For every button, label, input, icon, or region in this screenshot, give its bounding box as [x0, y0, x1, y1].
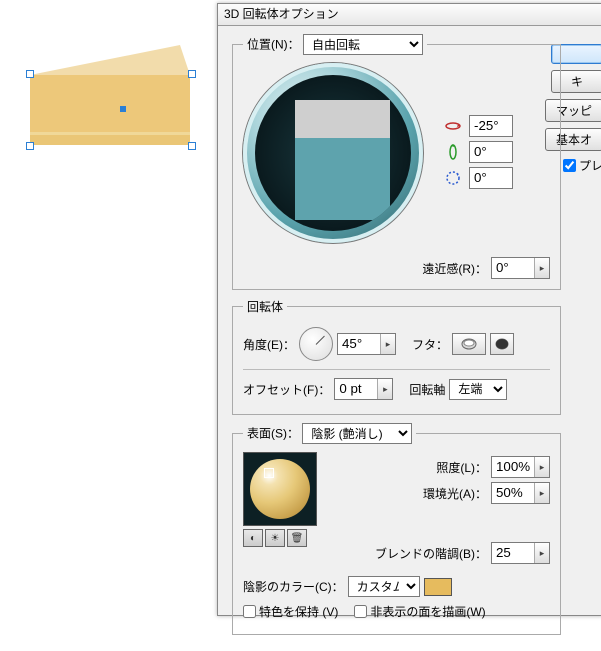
preview-checkbox[interactable]: プレ — [563, 157, 601, 174]
ambient-input[interactable]: ▸ — [491, 482, 550, 504]
angle-row: 角度(E)： ▸ フタ： — [243, 327, 550, 361]
selection-handle[interactable] — [26, 70, 34, 78]
cap-on-button[interactable] — [452, 333, 486, 355]
light-back-icon[interactable]: ◐ — [243, 529, 263, 547]
position-legend: 位置(N)： 自由回転 — [243, 34, 427, 55]
revolve-legend: 回転体 — [243, 298, 287, 315]
light-intensity-stepper[interactable]: ▸ — [534, 457, 549, 477]
selected-shape[interactable] — [20, 30, 200, 160]
blend-steps-input[interactable]: ▸ — [491, 542, 550, 564]
selection-handle[interactable] — [188, 70, 196, 78]
rotate-y-input[interactable] — [469, 141, 513, 163]
cap-off-button[interactable] — [490, 333, 514, 355]
light-new-icon[interactable]: ☀ — [265, 529, 285, 547]
preserve-spot-input[interactable] — [243, 605, 256, 618]
shade-color-label: 陰影のカラー(C)： — [243, 578, 344, 595]
revolve-group: 回転体 角度(E)： ▸ フタ： オフセット(F)： — [232, 298, 561, 415]
perspective-label: 遠近感(R)： — [422, 260, 487, 277]
rotate-y-icon — [443, 142, 463, 162]
rotate-z-row — [443, 167, 550, 189]
selection-center[interactable] — [120, 106, 126, 112]
light-handle[interactable] — [264, 468, 274, 478]
surface-checks-row: 特色を保持 (V) 非表示の面を描画(W) — [243, 603, 550, 620]
light-delete-icon[interactable]: 🗑 — [287, 529, 307, 547]
selection-handle[interactable] — [26, 142, 34, 150]
angle-input[interactable]: ▸ — [337, 333, 396, 355]
revolve-options-dialog: 3D 回転体オプション キ マッピ 基本オ プレ 位置(N)： 自由回転 — [217, 3, 601, 616]
offset-row: オフセット(F)： ▸ 回転軸 左端 — [243, 378, 550, 400]
shade-sphere[interactable] — [243, 452, 317, 526]
rotate-z-icon — [443, 168, 463, 188]
offset-stepper[interactable]: ▸ — [377, 379, 392, 399]
ambient-label: 環境光(A)： — [423, 485, 487, 502]
light-intensity-input[interactable]: ▸ — [491, 456, 550, 478]
position-mode-select[interactable]: 自由回転 — [303, 34, 423, 55]
axis-label: 回転軸 — [409, 381, 445, 398]
perspective-row: 遠近感(R)： ▸ — [243, 257, 550, 279]
perspective-stepper[interactable]: ▸ — [534, 258, 549, 278]
offset-input[interactable]: ▸ — [334, 378, 393, 400]
draw-hidden-checkbox[interactable]: 非表示の面を描画(W) — [354, 603, 485, 620]
separator — [243, 369, 550, 370]
angle-stepper[interactable]: ▸ — [380, 334, 395, 354]
light-intensity-row: 照度(L)： ▸ — [331, 456, 550, 478]
shade-color-select[interactable]: カスタム — [348, 576, 420, 597]
offset-label: オフセット(F)： — [243, 381, 330, 398]
shade-color-swatch[interactable] — [424, 578, 452, 596]
surface-legend: 表面(S)： 陰影 (艶消し) — [243, 423, 416, 444]
preserve-spot-label: 特色を保持 (V) — [259, 603, 338, 620]
rotate-x-icon — [443, 116, 463, 136]
draw-hidden-label: 非表示の面を描画(W) — [370, 603, 485, 620]
canvas-selection — [20, 30, 200, 160]
blend-steps-label: ブレンドの階調(B)： — [375, 545, 487, 562]
angle-label: 角度(E)： — [243, 336, 295, 353]
blend-steps-stepper[interactable]: ▸ — [534, 543, 549, 563]
light-intensity-label: 照度(L)： — [436, 459, 487, 476]
light-sphere-panel: ◐ ☀ 🗑 — [243, 452, 317, 568]
blend-steps-row: ブレンドの階調(B)： ▸ — [331, 542, 550, 564]
preview-label: プレ — [579, 157, 601, 174]
dialog-title[interactable]: 3D 回転体オプション — [218, 4, 601, 26]
selection-handle[interactable] — [188, 142, 196, 150]
rotate-x-row — [443, 115, 550, 137]
draw-hidden-input[interactable] — [354, 605, 367, 618]
rotate-x-input[interactable] — [469, 115, 513, 137]
surface-group: 表面(S)： 陰影 (艶消し) ◐ ☀ 🗑 — [232, 423, 561, 635]
position-group: 位置(N)： 自由回転 — [232, 34, 561, 290]
axis-select[interactable]: 左端 — [449, 379, 507, 400]
preserve-spot-checkbox[interactable]: 特色を保持 (V) — [243, 603, 338, 620]
shade-color-row: 陰影のカラー(C)： カスタム — [243, 576, 550, 597]
rotation-trackball[interactable] — [243, 63, 423, 243]
rotate-z-input[interactable] — [469, 167, 513, 189]
rotate-y-row — [443, 141, 550, 163]
light-buttons: ◐ ☀ 🗑 — [243, 529, 317, 547]
ambient-stepper[interactable]: ▸ — [534, 483, 549, 503]
preview-check-input[interactable] — [563, 159, 576, 172]
surface-mode-select[interactable]: 陰影 (艶消し) — [302, 423, 412, 444]
angle-dial[interactable] — [299, 327, 333, 361]
cap-label: フタ： — [412, 336, 448, 353]
perspective-input[interactable]: ▸ — [491, 257, 550, 279]
ambient-row: 環境光(A)： ▸ — [331, 482, 550, 504]
